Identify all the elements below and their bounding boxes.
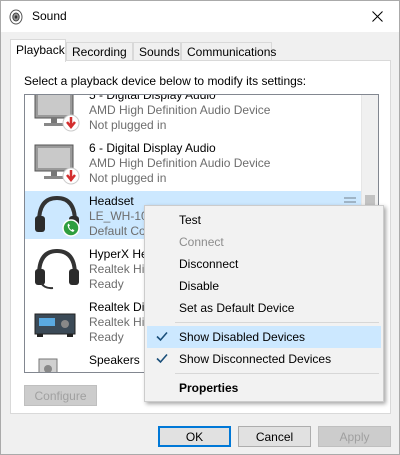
tab-label: Recording xyxy=(72,45,127,59)
tab-playback[interactable]: Playback xyxy=(10,39,66,62)
headset-icon xyxy=(35,195,80,237)
apply-button[interactable]: Apply xyxy=(318,426,391,447)
menu-item-disable[interactable]: Disable xyxy=(147,275,381,297)
menu-item-label: Show Disabled Devices xyxy=(179,330,306,344)
menu-separator xyxy=(175,373,379,374)
device-status: Ready xyxy=(89,330,124,344)
device-name: 6 - Digital Display Audio xyxy=(89,141,216,155)
device-name: Headset xyxy=(89,194,134,208)
monitor-icon xyxy=(34,95,80,132)
device-status: Not plugged in xyxy=(89,118,167,132)
device-status: Default Co xyxy=(89,224,146,238)
menu-item-show-disabled[interactable]: Show Disabled Devices xyxy=(147,326,381,348)
tab-label: Communications xyxy=(187,45,277,59)
device-description: AMD High Definition Audio Device xyxy=(89,156,271,170)
monitor-icon xyxy=(34,144,80,185)
menu-item-label: Disconnect xyxy=(179,257,239,271)
tab-label: Sounds xyxy=(139,45,180,59)
tab-recording[interactable]: Recording xyxy=(66,42,133,61)
device-description: AMD High Definition Audio Device xyxy=(89,103,271,117)
tab-communications[interactable]: Communications xyxy=(181,42,276,61)
menu-item-label: Test xyxy=(179,213,202,227)
sound-dialog: Sound Playback Recording Sounds Communic… xyxy=(0,0,400,455)
menu-item-set-default[interactable]: Set as Default Device xyxy=(147,297,381,319)
device-status: Not plugged in xyxy=(89,171,167,185)
device-description: Realtek Hig xyxy=(89,262,152,276)
device-description: Realtek Hig xyxy=(89,315,152,329)
menu-item-label: Disable xyxy=(179,279,220,293)
menu-item-disconnect[interactable]: Disconnect xyxy=(147,253,381,275)
headset-icon xyxy=(35,248,79,290)
close-icon xyxy=(371,11,383,22)
device-item[interactable]: 5 - Digital Display Audio AMD High Defin… xyxy=(25,94,378,133)
instruction-text: Select a playback device below to modify… xyxy=(24,74,307,88)
menu-item-label: Set as Default Device xyxy=(179,301,295,315)
configure-button[interactable]: Configure xyxy=(24,385,97,406)
ok-button[interactable]: OK xyxy=(158,426,231,447)
menu-separator xyxy=(175,322,379,323)
device-name: 5 - Digital Display Audio xyxy=(89,94,216,102)
checkmark-icon xyxy=(156,353,168,364)
title-bar[interactable]: Sound xyxy=(1,1,399,32)
window-title: Sound xyxy=(32,9,67,23)
menu-item-show-disconnected[interactable]: Show Disconnected Devices xyxy=(147,348,381,370)
menu-item-label: Properties xyxy=(179,381,239,395)
menu-item-connect[interactable]: Connect xyxy=(147,231,381,253)
speaker-icon xyxy=(38,358,58,372)
speaker-icon xyxy=(9,9,23,25)
cancel-button[interactable]: Cancel xyxy=(238,426,311,447)
close-button[interactable] xyxy=(355,1,399,32)
menu-item-properties[interactable]: Properties xyxy=(147,377,381,399)
device-status: Ready xyxy=(89,277,124,291)
digital-output-icon xyxy=(34,313,76,337)
checkmark-icon xyxy=(156,331,168,342)
context-menu: Test Connect Disconnect Disable Set as D… xyxy=(144,205,384,402)
tab-sounds[interactable]: Sounds xyxy=(133,42,181,61)
tab-label: Playback xyxy=(16,43,65,57)
device-name: Realtek Dig xyxy=(89,300,152,314)
device-item[interactable]: 6 - Digital Display Audio AMD High Defin… xyxy=(25,138,378,186)
menu-item-label: Connect xyxy=(179,235,224,249)
menu-item-label: Show Disconnected Devices xyxy=(179,352,332,366)
menu-item-test[interactable]: Test xyxy=(147,209,381,231)
device-name: Speakers xyxy=(89,353,140,367)
